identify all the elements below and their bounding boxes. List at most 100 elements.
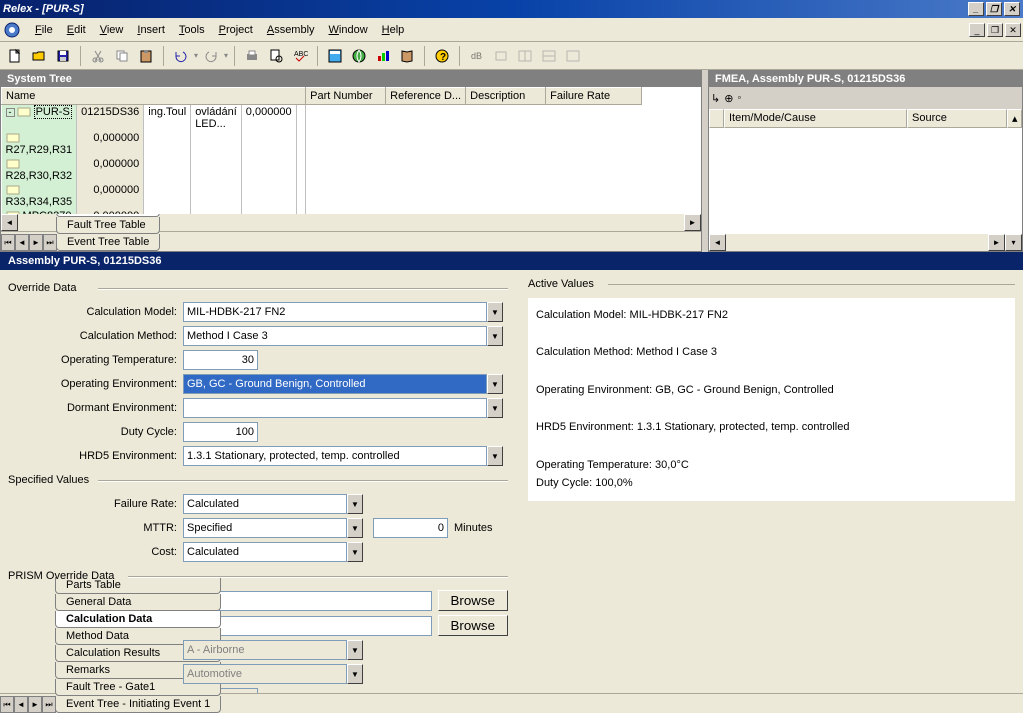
menu-assembly[interactable]: Assembly xyxy=(260,22,322,38)
col-rate[interactable]: Failure Rate xyxy=(546,88,642,105)
fmea-tool-3[interactable]: ◦ xyxy=(737,92,741,104)
dropdown-fail-rate[interactable]: ▼ xyxy=(347,494,363,514)
form-tabstrip: ⏮ ◄ ► ⏭ Parts TableGeneral DataCalculati… xyxy=(0,693,1023,713)
label-calc-model: Calculation Model: xyxy=(8,306,183,318)
input-op-env[interactable] xyxy=(183,374,487,394)
fmea-scroll-up[interactable]: ▴ xyxy=(1007,109,1022,128)
input-hrd5[interactable] xyxy=(183,446,487,466)
input-calc-method[interactable] xyxy=(183,326,487,346)
globe-button[interactable] xyxy=(348,45,370,67)
menu-insert[interactable]: Insert xyxy=(130,22,172,38)
col-part[interactable]: Part Number xyxy=(306,88,386,105)
cut-button[interactable] xyxy=(87,45,109,67)
tab-last[interactable]: ⏭ xyxy=(43,234,57,251)
close-button[interactable]: ✕ xyxy=(1004,2,1020,16)
copy-button[interactable] xyxy=(111,45,133,67)
dropdown-op-env[interactable]: ▼ xyxy=(487,374,503,394)
form-button[interactable] xyxy=(324,45,346,67)
layout3-button[interactable] xyxy=(562,45,584,67)
form-tab-general-data[interactable]: General Data xyxy=(55,594,221,611)
redo-button[interactable] xyxy=(200,45,222,67)
label-mttr: MTTR: xyxy=(8,522,183,534)
spellcheck-button[interactable]: ABC xyxy=(289,45,311,67)
fmea-hscroll[interactable]: ◄►▾ xyxy=(709,234,1022,251)
label-op-temp: Operating Temperature: xyxy=(8,354,183,366)
fmea-col-gutter[interactable] xyxy=(709,109,724,128)
form-tab-first[interactable]: ⏮ xyxy=(0,696,14,713)
system-tree-panel: System Tree Name Part Number Reference D… xyxy=(0,70,702,252)
form-tab-prev[interactable]: ◄ xyxy=(14,696,28,713)
fmea-body xyxy=(709,128,1022,234)
print-preview-button[interactable] xyxy=(265,45,287,67)
app-title: Relex - [PUR-S] xyxy=(3,3,968,15)
dropdown-hrd5[interactable]: ▼ xyxy=(487,446,503,466)
save-button[interactable] xyxy=(52,45,74,67)
tab-next[interactable]: ► xyxy=(29,234,43,251)
input-mttr[interactable] xyxy=(183,518,347,538)
input-mttr-value[interactable] xyxy=(373,518,448,538)
dropdown-dorm-env[interactable]: ▼ xyxy=(487,398,503,418)
col-desc[interactable]: Description xyxy=(466,88,546,105)
chart-button[interactable] xyxy=(372,45,394,67)
svg-text:?: ? xyxy=(440,52,446,63)
menu-edit[interactable]: Edit xyxy=(60,22,93,38)
open-button[interactable] xyxy=(28,45,50,67)
maximize-button[interactable]: ❐ xyxy=(986,2,1002,16)
input-duty[interactable] xyxy=(183,422,258,442)
input-cost[interactable] xyxy=(183,542,347,562)
browse-bay-file[interactable]: Browse xyxy=(438,615,508,636)
menu-file[interactable]: File xyxy=(28,22,60,38)
input-calc-model[interactable] xyxy=(183,302,487,322)
text-button[interactable] xyxy=(490,45,512,67)
form-tab-calculation-data[interactable]: Calculation Data xyxy=(55,611,221,628)
fmea-tool-2[interactable]: ⊕ xyxy=(724,92,733,105)
mdi-close-button[interactable]: ✕ xyxy=(1005,23,1021,37)
form-tab-event-tree-initiating-event-1[interactable]: Event Tree - Initiating Event 1 xyxy=(55,696,221,713)
tab-first[interactable]: ⏮ xyxy=(1,234,15,251)
tree-tab-event-tree-table[interactable]: Event Tree Table xyxy=(56,234,160,251)
input-fail-rate[interactable] xyxy=(183,494,347,514)
form-tab-next[interactable]: ► xyxy=(28,696,42,713)
tree-row[interactable]: R28,R30,R320,000000 xyxy=(2,157,306,183)
help-button[interactable]: ? xyxy=(431,45,453,67)
menu-window[interactable]: Window xyxy=(322,22,375,38)
paste-button[interactable] xyxy=(135,45,157,67)
input-op-temp[interactable] xyxy=(183,350,258,370)
dropdown-cost[interactable]: ▼ xyxy=(347,542,363,562)
db-button[interactable]: dB xyxy=(466,45,488,67)
menu-project[interactable]: Project xyxy=(212,22,260,38)
fmea-col-source[interactable]: Source xyxy=(907,109,1007,128)
menu-help[interactable]: Help xyxy=(375,22,412,38)
dropdown-calc-model[interactable]: ▼ xyxy=(487,302,503,322)
dropdown-calc-method[interactable]: ▼ xyxy=(487,326,503,346)
input-dorm-env[interactable] xyxy=(183,398,487,418)
titlebar: Relex - [PUR-S] _ ❐ ✕ xyxy=(0,0,1023,18)
undo-button[interactable] xyxy=(170,45,192,67)
tree-row[interactable]: R33,R34,R350,000000 xyxy=(2,183,306,209)
col-name[interactable]: Name xyxy=(2,88,306,105)
tree-row[interactable]: MPC82700,000000 xyxy=(2,209,306,214)
book-button[interactable] xyxy=(396,45,418,67)
mdi-minimize-button[interactable]: _ xyxy=(969,23,985,37)
new-button[interactable] xyxy=(4,45,26,67)
col-ref[interactable]: Reference D... xyxy=(386,88,466,105)
browse-pg-file[interactable]: Browse xyxy=(438,590,508,611)
fmea-tool-1[interactable]: ↳ xyxy=(711,92,720,105)
fmea-col-item[interactable]: Item/Mode/Cause xyxy=(724,109,907,128)
layout2-button[interactable] xyxy=(538,45,560,67)
form-tab-last[interactable]: ⏭ xyxy=(42,696,56,713)
menubar: FileEditViewInsertToolsProjectAssemblyWi… xyxy=(0,18,1023,42)
layout1-button[interactable] xyxy=(514,45,536,67)
dropdown-mttr[interactable]: ▼ xyxy=(347,518,363,538)
tree-tab-fault-tree-table[interactable]: Fault Tree Table xyxy=(56,217,160,234)
tree-row[interactable]: R27,R29,R310,000000 xyxy=(2,131,306,157)
tree-row[interactable]: - PUR-S01215DS36ing.Toulovládání LED...0… xyxy=(2,105,306,131)
mdi-restore-button[interactable]: ❐ xyxy=(987,23,1003,37)
label-cost: Cost: xyxy=(8,546,183,558)
menu-view[interactable]: View xyxy=(93,22,131,38)
section-spec: Specified Values xyxy=(8,470,508,490)
tab-prev[interactable]: ◄ xyxy=(15,234,29,251)
menu-tools[interactable]: Tools xyxy=(172,22,212,38)
print-button[interactable] xyxy=(241,45,263,67)
minimize-button[interactable]: _ xyxy=(968,2,984,16)
